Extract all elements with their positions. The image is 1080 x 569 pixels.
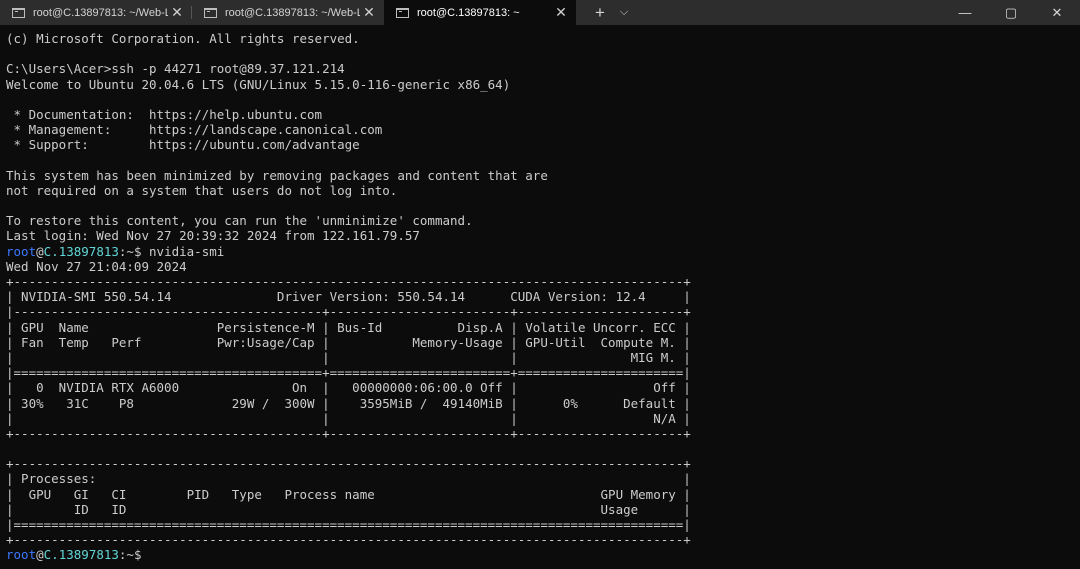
smi-line: +---------------------------------------… — [6, 274, 691, 289]
smi-line: +---------------------------------------… — [6, 532, 691, 548]
smi-line: | 30% 31C P8 29W / 300W | 3595MiB / 4914… — [6, 395, 691, 411]
tab-close-icon[interactable]: ✕ — [360, 4, 378, 21]
console-icon — [12, 7, 25, 18]
terminal-line: Last login: Wed Nov 27 20:39:32 2024 fro… — [6, 228, 420, 244]
tab-root-home[interactable]: root@C.13897813: ~ ✕ — [384, 0, 576, 25]
smi-line: | 0 NVIDIA RTX A6000 On | 00000000:06:00… — [6, 380, 691, 396]
prompt-line[interactable]: root@C.13897813:~$ — [6, 547, 1080, 562]
terminal-line: * Documentation: https://help.ubuntu.com — [6, 106, 323, 122]
command-text: nvidia-smi — [149, 243, 225, 259]
prompt-line: root@C.13897813:~$ nvidia-smi — [6, 244, 1080, 259]
terminal-line: * Support: https://ubuntu.com/advantage — [6, 137, 360, 153]
titlebar-drag-area[interactable] — [636, 0, 942, 25]
smi-line: | GPU GI CI PID Type Process name GPU Me… — [6, 486, 691, 502]
terminal-line: This system has been minimized by removi… — [6, 167, 548, 183]
tab-title: root@C.13897813: ~/Web-LLM — [33, 6, 168, 19]
smi-line: | GPU Name Persistence-M | Bus-Id Disp.A… — [6, 319, 691, 335]
close-button[interactable]: ✕ — [1034, 0, 1080, 25]
terminal-window: root@C.13897813: ~/Web-LLM ✕ root@C.1389… — [0, 0, 1080, 569]
terminal-line: Welcome to Ubuntu 20.04.6 LTS (GNU/Linux… — [6, 76, 511, 92]
terminal-output[interactable]: (c) Microsoft Corporation. All rights re… — [0, 25, 1080, 569]
smi-line: +---------------------------------------… — [6, 456, 691, 472]
tab-title: root@C.13897813: ~/Web-LLM — [225, 6, 360, 19]
terminal-line: (c) Microsoft Corporation. All rights re… — [6, 31, 360, 46]
prompt-at: @ — [36, 547, 44, 563]
smi-line: |=======================================… — [6, 517, 691, 532]
tab-title: root@C.13897813: ~ — [417, 6, 520, 19]
smi-line: Wed Nov 27 21:04:09 2024 — [6, 258, 187, 274]
terminal-line: not required on a system that users do n… — [6, 182, 398, 198]
smi-line: | NVIDIA-SMI 550.54.14 Driver Version: 5… — [6, 289, 691, 305]
prompt-user: root — [6, 547, 37, 563]
tab-bar: root@C.13897813: ~/Web-LLM ✕ root@C.1389… — [0, 0, 1080, 25]
smi-line: | Fan Temp Perf Pwr:Usage/Cap | Memory-U… — [6, 334, 691, 350]
prompt-user: root — [6, 243, 37, 259]
maximize-button[interactable]: ▢ — [988, 0, 1034, 25]
tab-dropdown-icon[interactable]: ⌵ — [612, 0, 636, 25]
console-icon — [396, 7, 409, 18]
smi-line: | | | MIG M. | — [6, 349, 691, 365]
prompt-host: C.13897813 — [43, 243, 119, 259]
prompt-suffix: :~$ — [118, 547, 150, 563]
minimize-button[interactable]: — — [942, 0, 988, 25]
smi-line: |=======================================… — [6, 365, 691, 381]
smi-line — [6, 441, 1080, 456]
prompt-suffix: :~$ — [118, 243, 150, 259]
terminal-line: C:\Users\Acer>ssh -p 44271 root@89.37.12… — [6, 61, 345, 77]
prompt-at: @ — [36, 243, 44, 259]
tab-web-llm-1[interactable]: root@C.13897813: ~/Web-LLM ✕ — [0, 0, 192, 25]
console-icon — [204, 7, 217, 18]
prompt-host: C.13897813 — [43, 547, 119, 563]
tab-close-icon[interactable]: ✕ — [168, 4, 186, 21]
new-tab-button[interactable]: + — [588, 0, 612, 25]
smi-line: | Processes: | — [6, 471, 691, 487]
smi-line: +---------------------------------------… — [6, 425, 691, 441]
smi-line: |---------------------------------------… — [6, 304, 691, 320]
terminal-line: To restore this content, you can run the… — [6, 213, 473, 229]
smi-line: | | | N/A | — [6, 410, 691, 426]
tab-web-llm-2[interactable]: root@C.13897813: ~/Web-LLM ✕ — [192, 0, 384, 25]
tab-close-icon[interactable]: ✕ — [552, 4, 570, 21]
terminal-line: * Management: https://landscape.canonica… — [6, 122, 383, 138]
smi-line: | ID ID Usage | — [6, 501, 691, 517]
